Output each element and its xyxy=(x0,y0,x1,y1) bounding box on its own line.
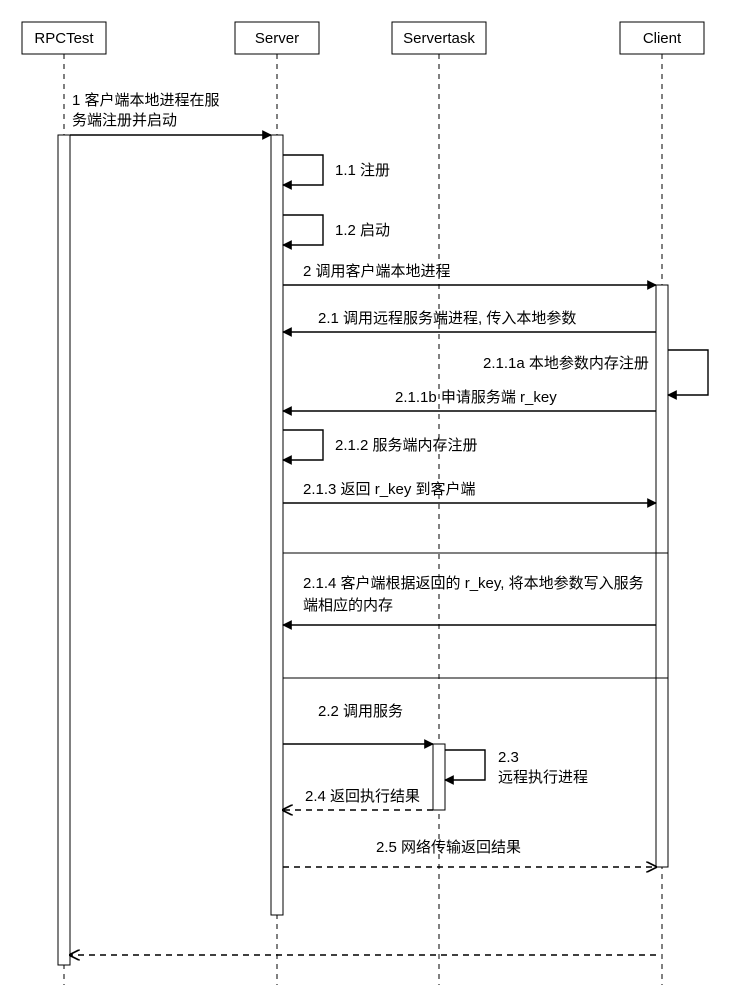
msg-1-text: 1 客户端本地进程在服 xyxy=(72,92,220,109)
msg-1.1: 1.1 注册 xyxy=(283,155,390,185)
participant-label: Server xyxy=(255,30,299,47)
msg-2.1.2-text: 2.1.2 服务端内存注册 xyxy=(335,437,478,454)
msg-2.1.3-text: 2.1.3 返回 r_key 到客户端 xyxy=(303,481,476,498)
msg-2.3-text: 2.3 xyxy=(498,749,519,766)
msg-1.1-text: 1.1 注册 xyxy=(335,162,390,179)
activation-rpctest xyxy=(58,135,70,965)
msg-2.1.4-text: 端相应的内存 xyxy=(303,596,393,614)
msg-2.1.4-text: 2.1.4 客户端根据返回的 r_key, 将本地参数写入服务 xyxy=(303,575,644,592)
activation-servertask xyxy=(433,744,445,810)
msg-2.3-text: 远程执行进程 xyxy=(498,769,588,786)
msg-1-text: 务端注册并启动 xyxy=(72,112,177,129)
activation-client xyxy=(656,285,668,867)
msg-2.1.1a-text: 2.1.1a 本地参数内存注册 xyxy=(483,355,649,372)
msg-2.4-text: 2.4 返回执行结果 xyxy=(305,788,420,805)
participant-servertask: Servertask xyxy=(392,22,486,54)
msg-2.2-text: 2.2 调用服务 xyxy=(318,703,403,720)
msg-2.1.2: 2.1.2 服务端内存注册 xyxy=(283,430,478,460)
participant-server: Server xyxy=(235,22,319,54)
msg-2-text: 2 调用客户端本地进程 xyxy=(303,263,451,280)
msg-2.1.1b-text: 2.1.1b 申请服务端 r_key xyxy=(395,389,557,406)
activation-server xyxy=(271,135,283,915)
msg-2.3: 2.3 远程执行进程 xyxy=(445,749,588,786)
msg-2.1-text: 2.1 调用远程服务端进程, 传入本地参数 xyxy=(318,310,576,327)
participant-rpctest: RPCTest xyxy=(22,22,106,54)
participant-label: Servertask xyxy=(403,30,475,47)
msg-1.2-text: 1.2 启动 xyxy=(335,222,390,239)
participant-client: Client xyxy=(620,22,704,54)
participant-label: RPCTest xyxy=(34,30,94,47)
msg-1.2: 1.2 启动 xyxy=(283,215,390,245)
sequence-diagram: RPCTest Server Servertask Client 1 客户端本地… xyxy=(0,0,744,1000)
participant-label: Client xyxy=(643,30,682,47)
msg-2.5-text: 2.5 网络传输返回结果 xyxy=(376,839,521,856)
